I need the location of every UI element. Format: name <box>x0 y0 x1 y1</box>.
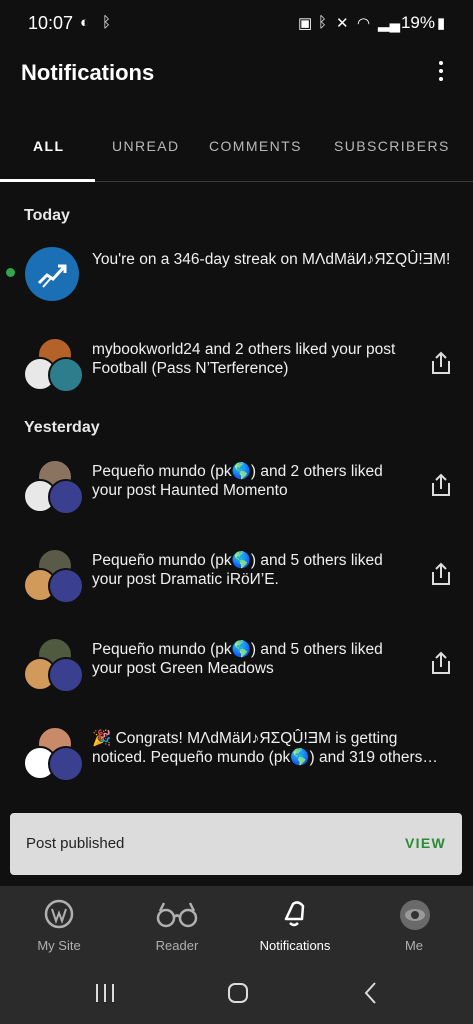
notification-text: Pequeño mundo (pk🌎) and 2 others liked y… <box>92 463 383 499</box>
back-icon[interactable] <box>363 981 379 1005</box>
nav-notifications[interactable]: Notifications <box>236 886 354 966</box>
section-header-today: Today <box>24 207 70 224</box>
bluetooth-icon: ᛒ <box>102 14 112 31</box>
nav-reader[interactable]: Reader <box>118 886 236 966</box>
notification-row[interactable]: Pequeño mundo (pk🌎) and 5 others liked y… <box>0 541 473 631</box>
notification-text: You're on a 346-day streak on MΛdMäИ♪ЯΣQ… <box>92 251 451 268</box>
notification-text: Pequeño mundo (pk🌎) and 5 others liked y… <box>92 641 383 677</box>
nav-label: Notifications <box>259 938 331 953</box>
nav-label: Reader <box>155 938 199 953</box>
notification-text: mybookworld24 and 2 others liked your po… <box>92 341 396 377</box>
glasses-icon <box>156 902 198 928</box>
notification-text: Pequeño mundo (pk🌎) and 5 others liked y… <box>92 552 383 588</box>
nav-label: Me <box>404 938 424 953</box>
status-time: 10:07 <box>28 13 74 33</box>
notification-row[interactable]: 🎉 Congrats! MΛdMäИ♪ЯΣQÛ!ƎM is getting no… <box>0 719 473 809</box>
data-saver-icon: ◐ <box>80 14 90 31</box>
share-icon[interactable] <box>430 472 452 498</box>
system-navigation-bar <box>0 966 473 1024</box>
unread-indicator <box>6 268 15 277</box>
bluetooth-status-icon: ᛒ <box>318 14 328 31</box>
battery-icon: ▮ <box>437 15 446 32</box>
mute-icon: ✕ <box>336 15 349 32</box>
notification-text: 🎉 Congrats! MΛdMäИ♪ЯΣQÛ!ƎM is getting no… <box>92 730 438 766</box>
trend-up-icon <box>37 264 67 288</box>
bottom-navigation: My Site Reader Notifications Me <box>0 886 473 966</box>
nav-me[interactable]: Me <box>355 886 473 966</box>
battery-level: 19% <box>400 13 435 32</box>
bell-icon <box>284 901 305 927</box>
nav-my-site[interactable]: My Site <box>0 886 118 966</box>
streak-avatar <box>25 247 79 301</box>
wifi-icon: ◠ <box>357 15 371 32</box>
snackbar-message: Post published <box>26 835 125 852</box>
snackbar-view-button[interactable]: VIEW <box>405 835 446 851</box>
share-icon[interactable] <box>430 561 452 587</box>
section-header-yesterday: Yesterday <box>24 419 100 436</box>
user-avatar <box>48 479 84 515</box>
notification-row[interactable]: Pequeño mundo (pk🌎) and 2 others liked y… <box>0 452 473 542</box>
tab-unread[interactable]: UNREAD <box>112 138 180 154</box>
notification-row[interactable]: mybookworld24 and 2 others liked your po… <box>0 330 473 420</box>
recent-apps-icon[interactable] <box>93 982 117 1004</box>
status-bar: 10:07 ◐ ᛒ ▣ ᛒ ✕ ◠ ▂▄ 19% ▮ <box>0 0 473 46</box>
profile-avatar-icon <box>400 900 430 930</box>
nav-label: My Site <box>37 938 81 953</box>
tab-subscribers[interactable]: SUBSCRIBERS <box>334 138 450 154</box>
active-tab-indicator <box>0 179 95 182</box>
page-title: Notifications <box>21 60 155 85</box>
user-avatar <box>48 357 84 393</box>
home-icon[interactable] <box>226 981 250 1005</box>
nfc-icon: ▣ <box>298 15 313 32</box>
tab-comments[interactable]: COMMENTS <box>209 138 302 154</box>
tab-all[interactable]: ALL <box>33 138 64 154</box>
tab-bar: ALL UNREAD COMMENTS SUBSCRIBERS <box>0 118 473 182</box>
share-icon[interactable] <box>430 650 452 676</box>
notification-row[interactable]: You're on a 346-day streak on MΛdMäИ♪ЯΣQ… <box>0 238 473 328</box>
notification-row[interactable]: Pequeño mundo (pk🌎) and 5 others liked y… <box>0 630 473 720</box>
user-avatar <box>48 746 84 782</box>
more-options-icon[interactable] <box>431 58 451 86</box>
snackbar: Post published VIEW <box>10 813 462 875</box>
user-avatar <box>48 568 84 604</box>
signal-icon: ▂▄ <box>378 15 401 32</box>
user-avatar <box>48 657 84 693</box>
share-icon[interactable] <box>430 350 452 376</box>
wordpress-icon <box>44 899 74 929</box>
